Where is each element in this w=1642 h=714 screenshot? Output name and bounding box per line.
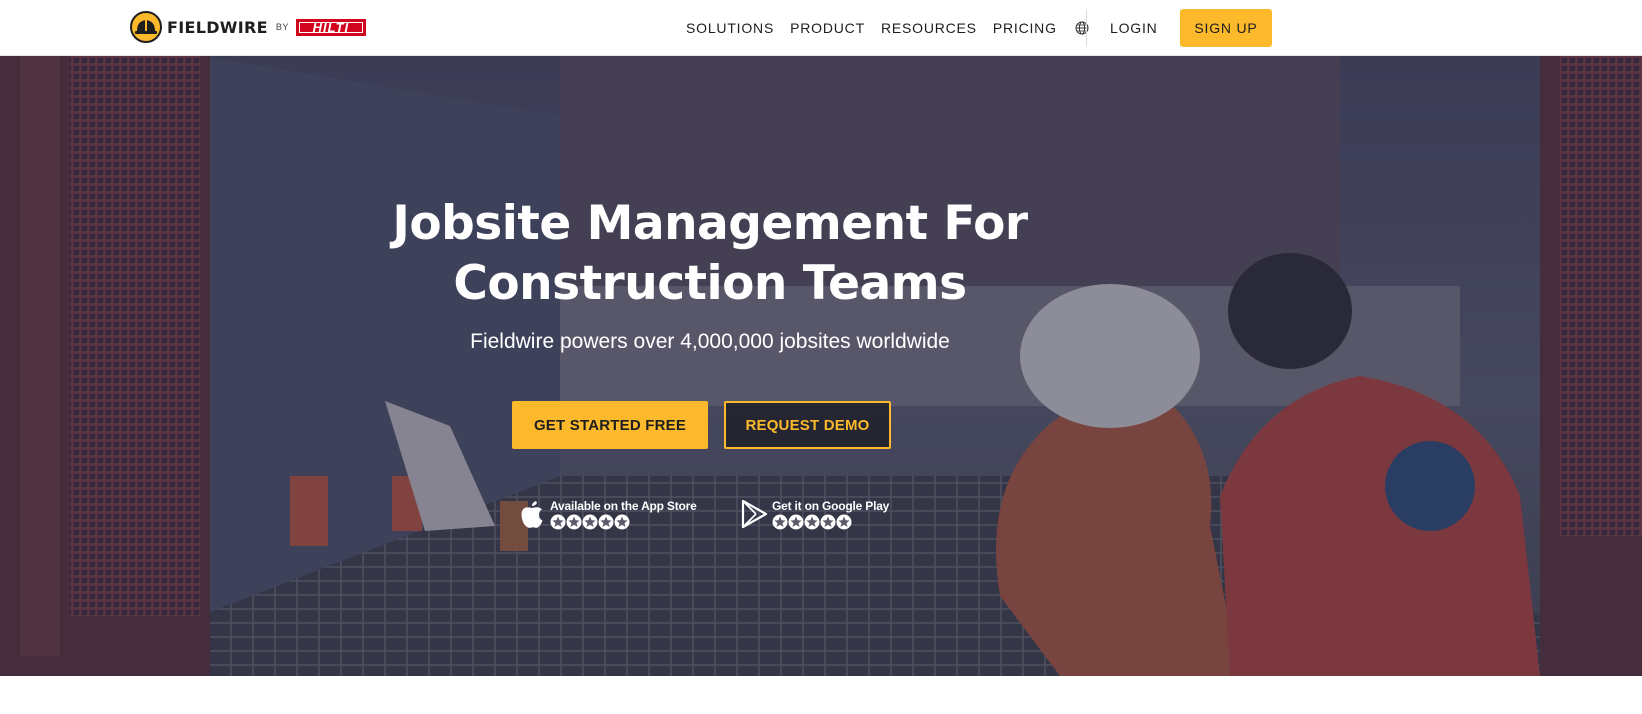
page-below-hero: [0, 676, 1642, 714]
top-nav-bar: FIELDWIRE BY HILTI SOLUTIONS PRODUCT RES…: [0, 0, 1642, 56]
star-icon: [836, 514, 852, 529]
app-store-text: Available on the App Store: [550, 499, 697, 530]
partner-logo: HILTI: [295, 18, 366, 36]
request-demo-button[interactable]: REQUEST DEMO: [724, 401, 891, 449]
main-nav: SOLUTIONS PRODUCT RESOURCES PRICING: [686, 0, 1089, 56]
app-store-badge[interactable]: Available on the App Store: [518, 496, 697, 532]
star-icon: [804, 514, 820, 529]
signup-button[interactable]: SIGN UP: [1180, 9, 1272, 47]
star-icon: [788, 514, 804, 529]
nav-item-pricing[interactable]: PRICING: [993, 20, 1057, 36]
hero-overlay: [0, 56, 1642, 676]
hero-section: Jobsite Management For Construction Team…: [0, 56, 1642, 676]
google-play-rating: [772, 514, 889, 530]
brand-by: BY: [275, 22, 289, 32]
hero-subhead: Fieldwire powers over 4,000,000 jobsites…: [470, 330, 950, 353]
star-icon: [772, 514, 788, 529]
star-icon: [582, 514, 598, 529]
star-icon: [598, 514, 614, 529]
google-play-badge[interactable]: Get it on Google Play: [740, 496, 889, 532]
nav-item-product[interactable]: PRODUCT: [790, 20, 865, 36]
apple-icon: [521, 501, 543, 528]
app-store-rating: [550, 514, 697, 530]
star-icon: [566, 514, 582, 529]
nav-item-resources[interactable]: RESOURCES: [881, 20, 977, 36]
hero-headline: Jobsite Management For Construction Team…: [330, 194, 1090, 314]
fieldwire-logo[interactable]: FIELDWIRE BY HILTI: [130, 11, 366, 43]
app-store-label: Available on the App Store: [550, 498, 697, 513]
hardhat-logo-icon: [130, 11, 162, 43]
brand-name: FIELDWIRE: [167, 17, 268, 37]
star-icon: [550, 514, 566, 529]
headline-line-1: Jobsite Management For: [392, 196, 1028, 251]
google-play-label: Get it on Google Play: [772, 498, 890, 513]
star-icon: [820, 514, 836, 529]
headline-line-2: Construction Teams: [453, 256, 967, 311]
nav-item-solutions[interactable]: SOLUTIONS: [686, 20, 774, 36]
get-started-free-button[interactable]: GET STARTED FREE: [512, 401, 708, 449]
star-icon: [614, 514, 630, 529]
nav-divider: [1086, 9, 1087, 47]
google-play-icon: [741, 499, 768, 529]
google-play-text: Get it on Google Play: [772, 499, 889, 530]
login-link[interactable]: LOGIN: [1110, 0, 1158, 56]
